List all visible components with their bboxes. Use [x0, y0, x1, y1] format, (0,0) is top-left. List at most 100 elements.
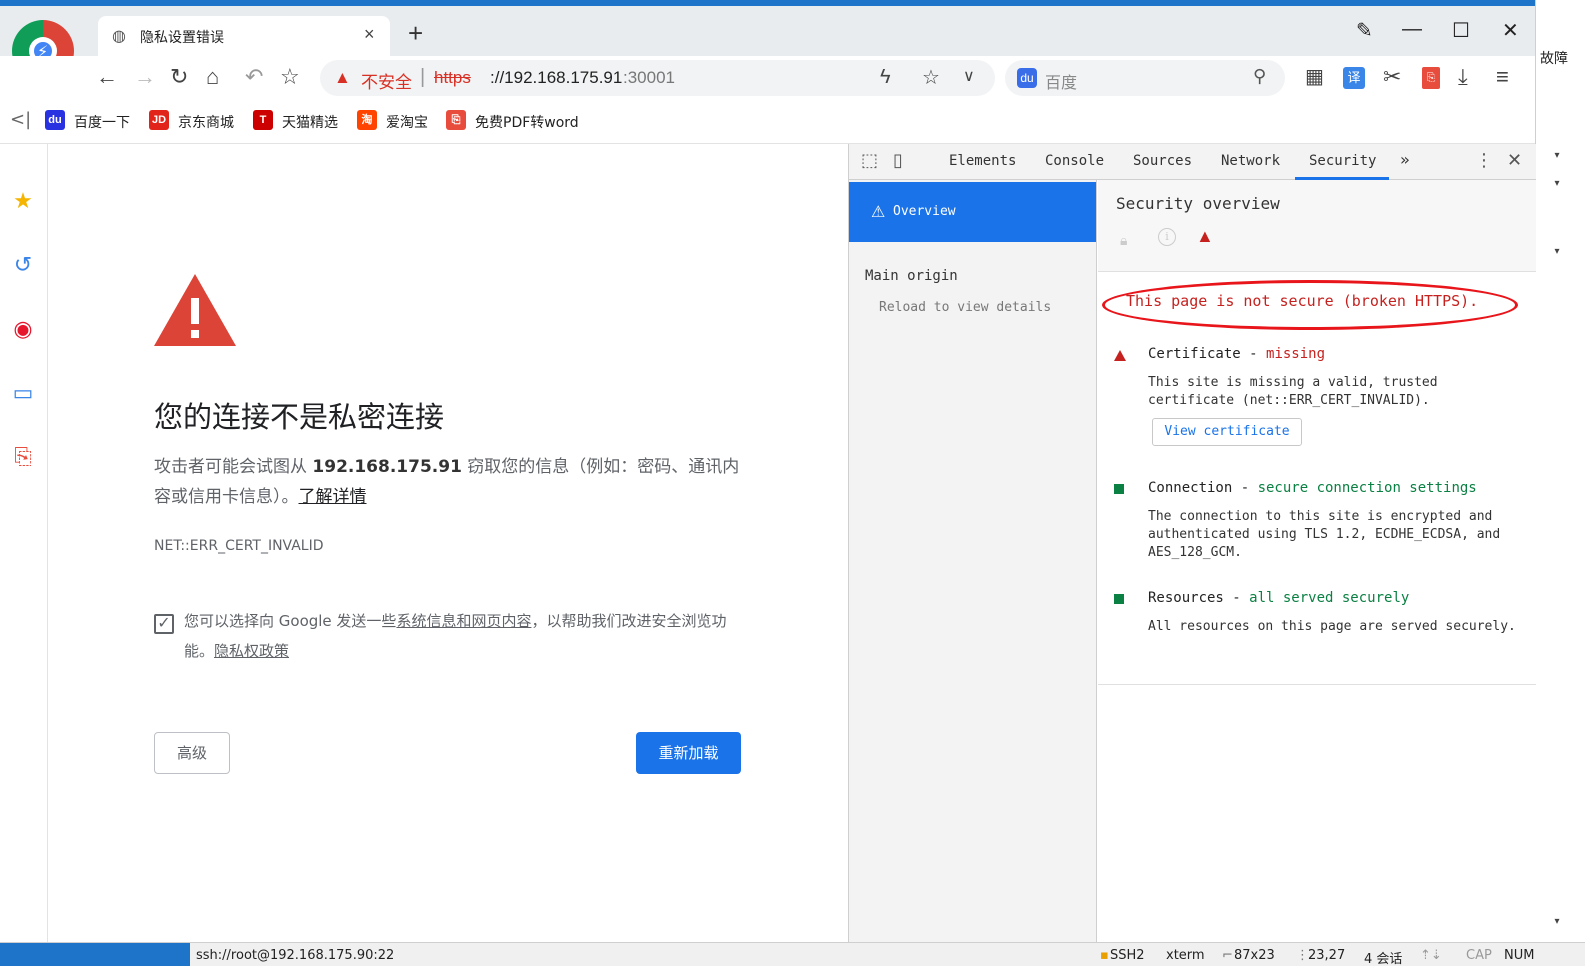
tab-privacy-error[interactable]: ◍ 隐私设置错误 × — [98, 16, 390, 56]
tab-sources[interactable]: Sources — [1133, 153, 1192, 169]
opt-in-checkbox[interactable]: ✓ — [154, 614, 174, 634]
session-count: 4 会话 — [1364, 952, 1403, 966]
annotation-oval — [1102, 280, 1518, 330]
download-icon[interactable]: ⤓ — [1458, 64, 1468, 90]
certificate-label: Certificate - — [1148, 346, 1267, 362]
scroll-down-arrow-icon[interactable]: ▾ — [1548, 150, 1566, 164]
minimize-button[interactable]: — — [1402, 18, 1422, 41]
warning-triangle-icon — [154, 274, 236, 346]
certificate-warning-icon — [1114, 350, 1126, 361]
forward-icon[interactable]: → — [134, 64, 156, 90]
translate-icon[interactable]: 译 — [1343, 67, 1365, 89]
advanced-button[interactable]: 高级 — [154, 732, 230, 774]
view-certificate-button[interactable]: View certificate — [1152, 418, 1302, 446]
lightning-icon[interactable]: ϟ — [880, 66, 891, 89]
star-icon[interactable]: ★ — [10, 188, 36, 214]
terminal-type: xterm — [1166, 948, 1205, 963]
pdf-icon[interactable]: ⎘ — [1422, 67, 1440, 89]
scroll-down-arrow-icon[interactable]: ▾ — [1548, 178, 1566, 192]
qr-code-icon[interactable]: ▦ — [1305, 64, 1324, 90]
history-icon[interactable]: ↺ — [10, 252, 36, 278]
error-page: 您的连接不是私密连接 攻击者可能会试图从 192.168.175.91 窃取您的… — [48, 144, 848, 942]
connection-label: Connection - — [1148, 480, 1258, 496]
tab-strip: ◍ 隐私设置错误 × + ✎ — ☐ ✕ — [0, 6, 1535, 56]
security-status[interactable]: 不安全 — [361, 68, 412, 93]
new-tab-button[interactable]: + — [408, 20, 423, 46]
feedback-icon[interactable]: ✎ — [1356, 18, 1373, 43]
resources-heading: Resources - all served securely — [1148, 590, 1409, 606]
pdf-icon: ⎘ — [446, 110, 466, 130]
home-icon[interactable]: ⌂ — [206, 64, 219, 90]
reload-button[interactable]: 重新加载 — [636, 732, 741, 774]
num-lock-indicator: NUM — [1504, 948, 1535, 963]
weibo-icon[interactable]: ◉ — [10, 316, 36, 342]
favorite-star-icon[interactable]: ☆ — [922, 65, 940, 90]
main-origin-heading: Main origin — [865, 268, 958, 284]
connection-secure-icon — [1114, 484, 1124, 494]
certificate-heading: Certificate - missing — [1148, 346, 1325, 362]
protocol: SSH2 — [1110, 948, 1145, 963]
error-code: NET::ERR_CERT_INVALID — [154, 538, 324, 554]
inspect-element-icon[interactable]: ⬚ — [861, 150, 878, 171]
ssh-status-icon: ▪ — [1100, 948, 1109, 963]
tab-title: 隐私设置错误 — [140, 30, 224, 46]
menu-icon[interactable]: ≡ — [1496, 64, 1509, 90]
device-toolbar-icon[interactable]: ▯ — [893, 150, 903, 171]
info-icon: i — [1158, 228, 1176, 246]
search-icon[interactable]: ⚲ — [1253, 66, 1266, 87]
bookmark-jd[interactable]: 京东商城 — [178, 112, 234, 132]
url-host: ://192.168.175.91 — [490, 68, 623, 87]
connection-status: secure connection settings — [1257, 480, 1477, 496]
toolbar: ← → ↻ ⌂ ↶ ☆ ▲ 不安全 | https ://192.168.175… — [0, 56, 1535, 100]
chevron-down-icon[interactable]: ∨ — [963, 66, 975, 86]
bookmark-tmall[interactable]: 天猫精选 — [282, 112, 338, 132]
desktop-background-window: 故障 ▾ ▾ ▾ ▾ — [1535, 0, 1585, 966]
desc-text: 攻击者可能会试图从 — [154, 457, 313, 477]
close-window-button[interactable]: ✕ — [1502, 18, 1519, 43]
reload-icon[interactable]: ↻ — [170, 64, 188, 90]
bookmark-pdf[interactable]: 免费PDF转word — [475, 112, 579, 132]
tab-network[interactable]: Network — [1221, 153, 1280, 169]
tab-console[interactable]: Console — [1045, 153, 1104, 169]
privacy-policy-link[interactable]: 隐私权政策 — [214, 642, 289, 660]
scroll-down-arrow-icon[interactable]: ▾ — [1548, 916, 1566, 930]
back-icon[interactable]: ← — [96, 64, 118, 90]
jd-icon: JD — [149, 110, 169, 130]
kebab-menu-icon[interactable]: ⋮ — [1475, 150, 1493, 171]
security-overview-header: Security overview 🔒︎ i ▲ — [1098, 180, 1536, 272]
opt-in-text: 您可以选择向 Google 发送一些系统信息和网页内容，以帮助我们改进安全浏览功… — [184, 606, 744, 666]
globe-icon: ◍ — [112, 28, 126, 45]
transfer-arrows-icon: ⇡⇣ — [1420, 948, 1442, 963]
search-input[interactable]: 百度 — [1045, 69, 1077, 93]
warning-icon[interactable]: ▲ — [334, 68, 351, 88]
desc-host: 192.168.175.91 — [312, 457, 462, 477]
learn-more-link[interactable]: 了解详情 — [299, 487, 367, 507]
bookmark-baidu[interactable]: 百度一下 — [74, 112, 130, 132]
tab-elements[interactable]: Elements — [949, 153, 1016, 169]
scissors-icon[interactable]: ✂ — [1383, 64, 1401, 90]
collapse-sidebar-icon[interactable]: <| — [10, 109, 31, 130]
bookmark-taobao[interactable]: 爱淘宝 — [386, 112, 428, 132]
security-sidebar: ⚠ Overview Main origin Reload to view de… — [849, 180, 1097, 942]
tab-security[interactable]: Security — [1309, 153, 1376, 169]
terminal-size: 87x23 — [1234, 948, 1275, 963]
card-icon[interactable]: ▭ — [10, 380, 36, 406]
overview-item[interactable]: ⚠ Overview — [849, 182, 1096, 242]
tmall-icon: T — [253, 110, 273, 130]
tab-close-icon[interactable]: × — [364, 24, 375, 45]
pdf-icon[interactable]: ⎘ — [10, 444, 36, 470]
address-bar[interactable]: ▲ 不安全 | https ://192.168.175.91 :30001 ϟ… — [320, 60, 995, 96]
scroll-down-arrow-icon[interactable]: ▾ — [1548, 246, 1566, 260]
certificate-description: This site is missing a valid, trusted ce… — [1148, 375, 1438, 408]
undo-icon[interactable]: ↶ — [245, 64, 263, 90]
connection-description: The connection to this site is encrypted… — [1148, 509, 1501, 560]
size-icon: ⌐ — [1222, 948, 1233, 963]
status-bar: ssh://root@192.168.175.90:22 ▪ SSH2 xter… — [0, 942, 1585, 966]
more-tabs-icon[interactable]: » — [1400, 150, 1410, 169]
search-box[interactable]: du 百度 ⚲ — [1005, 60, 1285, 96]
maximize-button[interactable]: ☐ — [1452, 18, 1470, 43]
window-controls: ✎ — ☐ ✕ — [1350, 18, 1535, 48]
bookmark-star-icon[interactable]: ☆ — [280, 64, 300, 90]
system-info-link[interactable]: 系统信息和网页内容 — [396, 612, 531, 630]
close-devtools-icon[interactable]: ✕ — [1507, 150, 1522, 171]
